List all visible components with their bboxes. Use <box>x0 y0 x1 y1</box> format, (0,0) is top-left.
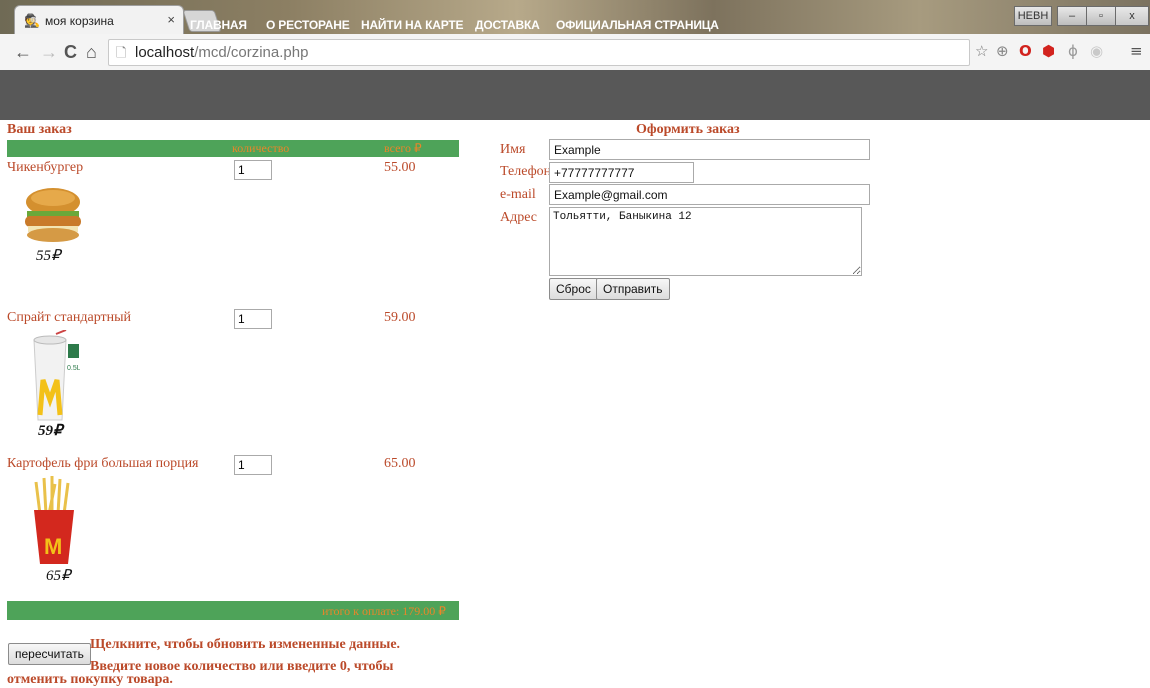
phone-field[interactable] <box>549 162 694 183</box>
star-icon[interactable]: ☆ <box>975 42 988 60</box>
name-field[interactable] <box>549 139 870 160</box>
burger-image <box>25 188 81 242</box>
item-image-label: 59₽ <box>38 423 63 439</box>
drink-cup-image: 0.5L <box>33 330 80 421</box>
menu-icon[interactable]: ≡ <box>1130 42 1143 60</box>
nav-item-official[interactable]: ОФИЦИАЛЬНАЯ СТРАНИЦА <box>556 18 719 32</box>
fries-image: M <box>34 476 74 564</box>
page-icon: 🗋 <box>116 45 127 60</box>
item-price: 65.00 <box>384 456 416 471</box>
incognito-icon: 🕵 <box>24 13 41 28</box>
item-name: Спрайт стандартный <box>7 310 132 325</box>
email-field[interactable] <box>549 184 870 205</box>
site-navigation <box>0 70 1150 120</box>
item-name: Чикенбургер <box>7 160 84 175</box>
home-icon[interactable]: ⌂ <box>86 42 97 63</box>
name-label: Имя <box>500 142 526 157</box>
extension-icon[interactable]: ϕ <box>1068 42 1078 60</box>
item-image-label: 65₽ <box>46 568 71 584</box>
nav-item-home[interactable]: ГЛАВНАЯ <box>190 18 247 32</box>
window-user-button[interactable]: НЕВН <box>1014 6 1052 26</box>
address-url: localhost/mcd/corzina.php <box>135 44 309 61</box>
svg-text:M: M <box>44 534 62 559</box>
order-title: Ваш заказ <box>7 122 72 137</box>
browser-tab[interactable]: 🕵 моя корзина × <box>14 5 184 35</box>
recalc-hint: Щелкните, чтобы обновить измененные данн… <box>90 637 401 652</box>
item-price: 59.00 <box>384 310 416 325</box>
reload-icon[interactable]: C <box>64 42 77 63</box>
maximize-button[interactable]: ▫ <box>1086 6 1116 26</box>
close-window-button[interactable]: x <box>1115 6 1149 26</box>
nav-item-map[interactable]: НАЙТИ НА КАРТЕ <box>361 18 463 32</box>
phone-label: Телефон <box>500 164 552 179</box>
reset-button[interactable]: Сброс <box>549 278 598 300</box>
recalculate-button[interactable]: пересчитать <box>8 643 91 665</box>
back-arrow-icon[interactable]: ← <box>14 42 32 63</box>
extension-globe-icon[interactable]: ⊕ <box>996 42 1009 60</box>
address-field[interactable]: Тольятти, Баныкина 12 <box>549 207 862 276</box>
price-column-header: всего ₽ <box>384 141 422 155</box>
quantity-input[interactable] <box>234 455 272 475</box>
checkout-title: Оформить заказ <box>636 122 740 137</box>
adblock-icon[interactable]: ⬢ <box>1042 42 1055 60</box>
qty-column-header: количество <box>232 141 290 155</box>
total-amount: итого к оплате: 179.00 ₽ <box>322 604 446 618</box>
tab-title: моя корзина <box>45 14 114 28</box>
nav-item-about[interactable]: О РЕСТОРАНЕ <box>266 18 350 32</box>
minimize-button[interactable]: – <box>1057 6 1087 26</box>
address-bar[interactable]: 🗋 localhost/mcd/corzina.php <box>108 39 970 66</box>
forward-arrow-icon[interactable]: → <box>40 42 58 63</box>
tab-close-icon[interactable]: × <box>167 12 175 27</box>
item-image-label: 55₽ <box>36 248 61 264</box>
item-name: Картофель фри большая порция <box>7 456 199 471</box>
extension-circle-icon[interactable]: ◉ <box>1090 42 1103 60</box>
svg-text:0.5L: 0.5L <box>67 365 80 372</box>
quantity-input[interactable] <box>234 309 272 329</box>
email-label: e-mail <box>500 187 536 202</box>
submit-button[interactable]: Отправить <box>596 278 670 300</box>
quantity-input[interactable] <box>234 160 272 180</box>
opera-icon[interactable]: O <box>1019 42 1032 60</box>
address-label: Адрес <box>500 210 538 225</box>
nav-item-delivery[interactable]: ДОСТАВКА <box>475 18 540 32</box>
item-price: 55.00 <box>384 160 416 175</box>
